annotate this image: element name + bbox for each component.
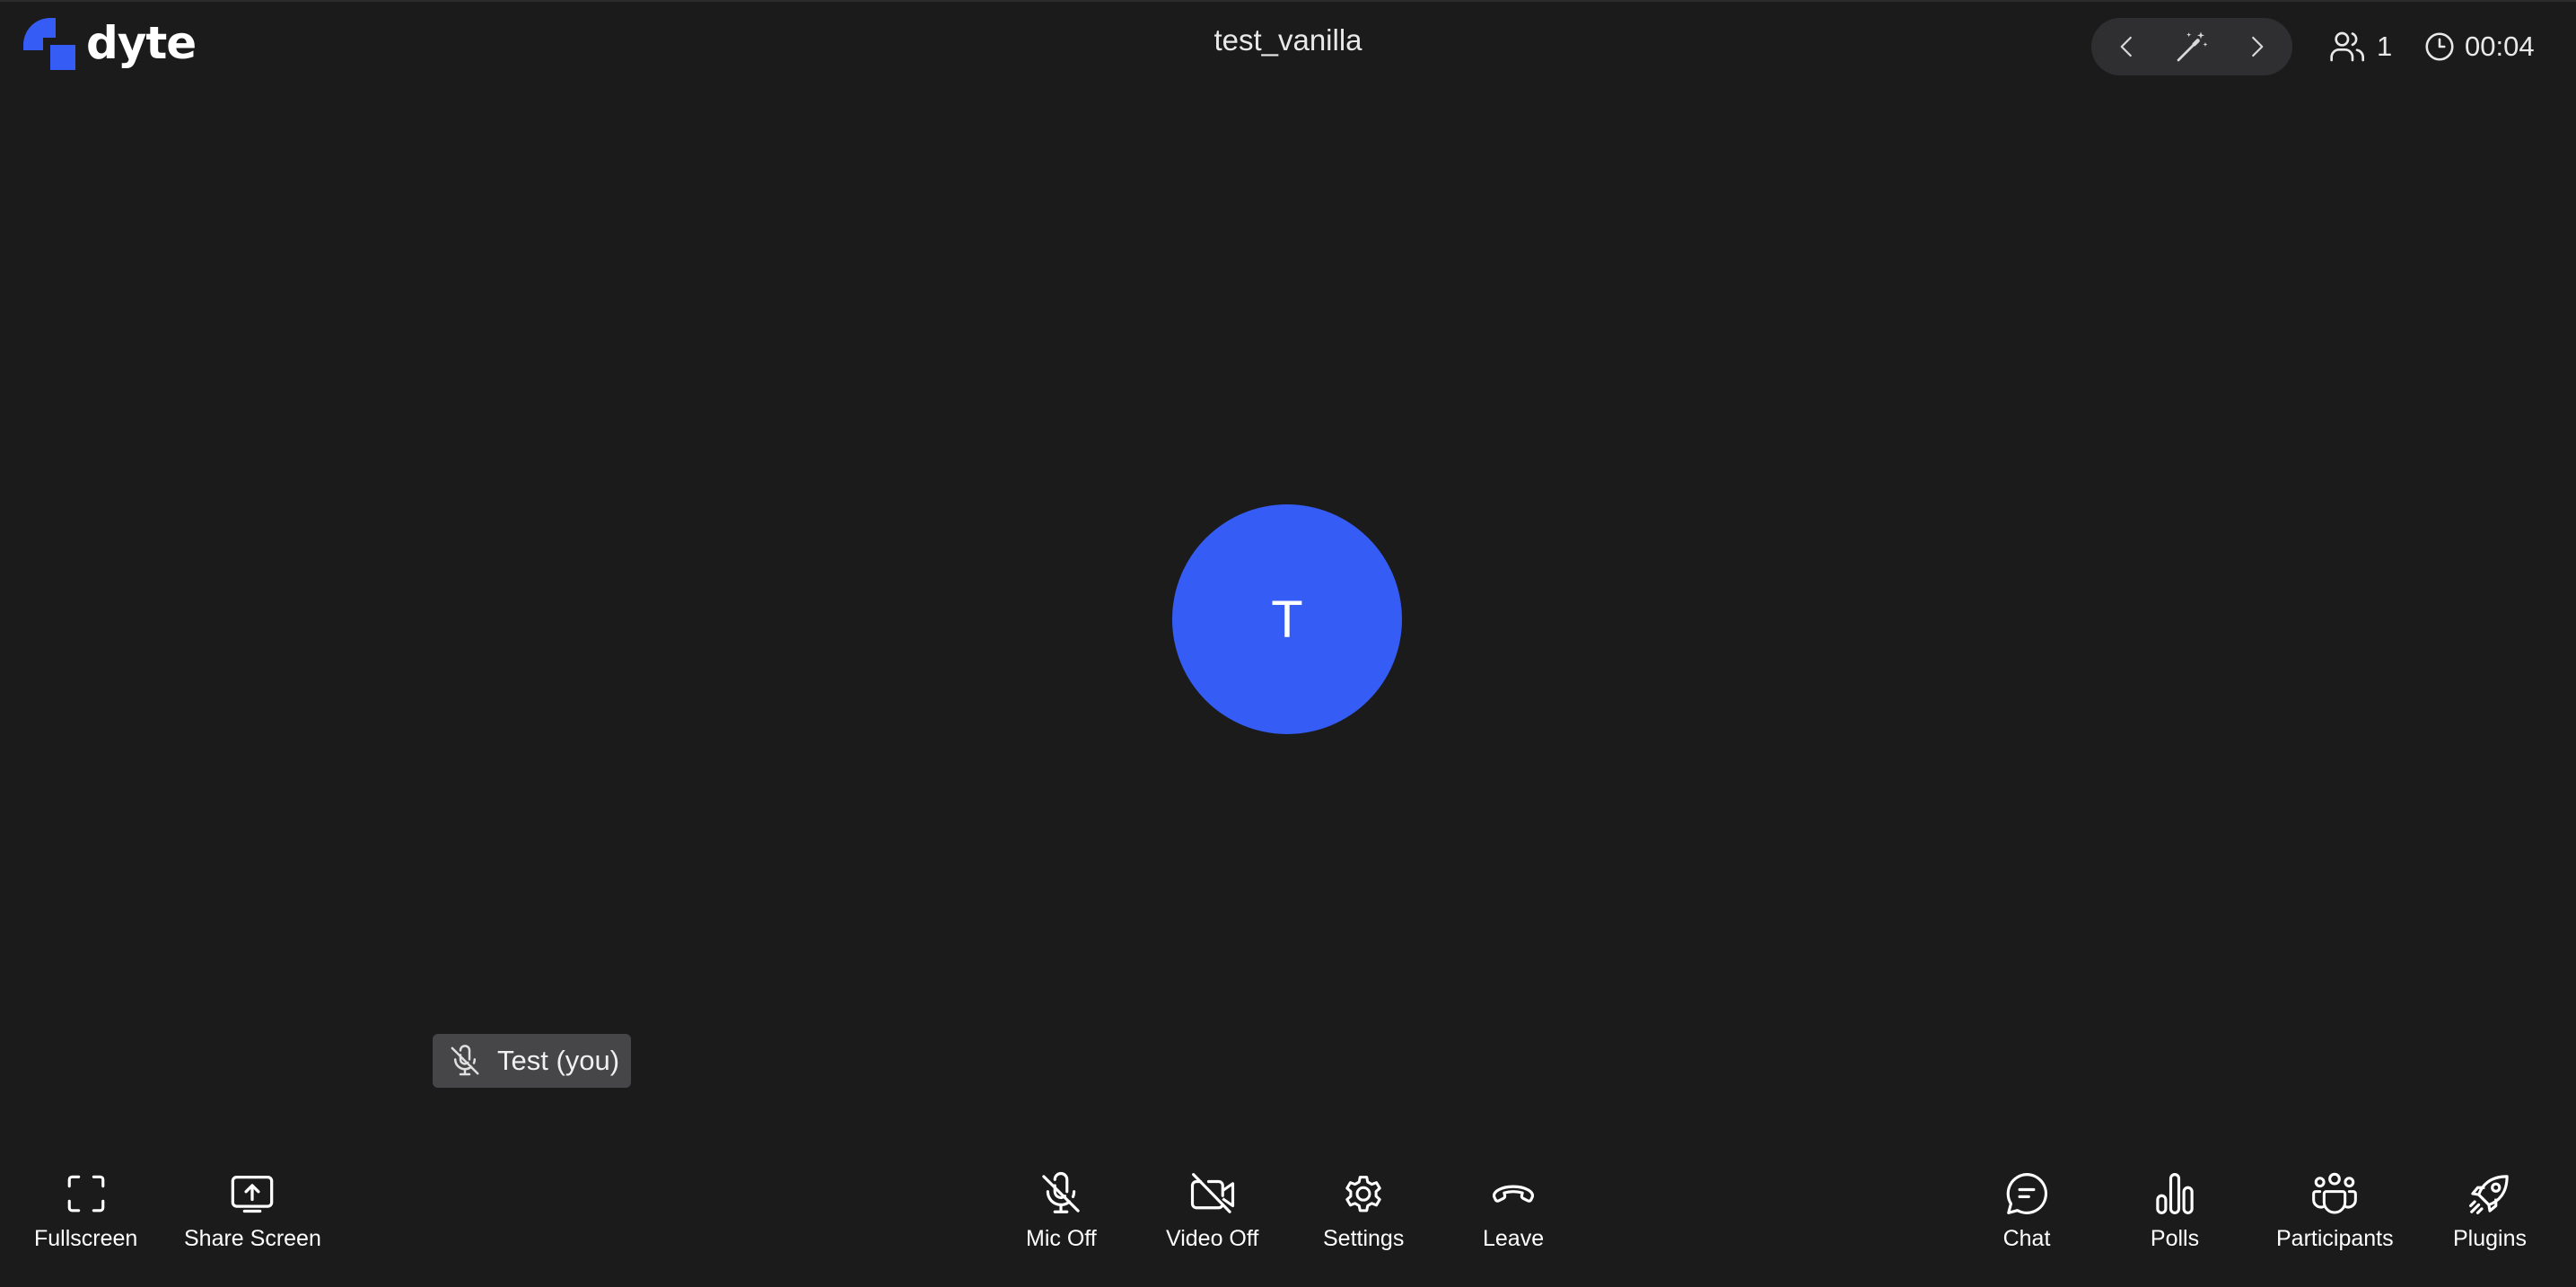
polls-label: Polls: [2150, 1226, 2200, 1251]
leave-button[interactable]: Leave: [1483, 1169, 1544, 1252]
participant-count-value: 1: [2377, 31, 2393, 62]
timer-value: 00:04: [2465, 31, 2535, 62]
share-screen-icon: [232, 1175, 274, 1213]
phone-hangup-icon: [1493, 1185, 1535, 1203]
participants-icon: [2312, 1172, 2358, 1214]
magic-wand-button[interactable]: [2172, 27, 2212, 66]
plugins-label: Plugins: [2453, 1226, 2527, 1251]
participant-name-tag: Test (you): [433, 1034, 632, 1088]
rocket-icon: [2469, 1175, 2509, 1214]
chat-icon: [2006, 1173, 2047, 1214]
effects-pager: [2091, 18, 2292, 75]
chat-button[interactable]: Chat: [2002, 1169, 2052, 1252]
video-toggle-button[interactable]: Video Off: [1166, 1169, 1258, 1252]
share-screen-button[interactable]: Share Screen: [184, 1169, 321, 1252]
chat-label: Chat: [2002, 1226, 2051, 1251]
poll-icon: [2156, 1173, 2194, 1214]
meeting-screen: dyte test_vanilla 1 00:04 T Test (you) F…: [0, 0, 2576, 1287]
share-screen-label: Share Screen: [184, 1226, 321, 1251]
people-icon: [2330, 31, 2365, 62]
leave-label: Leave: [1483, 1226, 1545, 1251]
meeting-timer: 00:04: [2423, 23, 2535, 70]
mic-toggle-button[interactable]: Mic Off: [1026, 1169, 1097, 1252]
chevron-left-icon: [2120, 36, 2132, 57]
participant-name: Test (you): [497, 1045, 620, 1076]
participant-avatar: T: [1172, 504, 1402, 734]
fullscreen-icon: [67, 1175, 104, 1213]
mic-off-icon: [1042, 1171, 1081, 1213]
settings-button[interactable]: Settings: [1323, 1169, 1404, 1252]
settings-label: Settings: [1323, 1226, 1405, 1251]
video-off-icon: [1190, 1173, 1234, 1213]
video-off-label: Video Off: [1166, 1226, 1259, 1251]
polls-button[interactable]: Polls: [2150, 1169, 2200, 1252]
next-button[interactable]: [2237, 27, 2276, 66]
plugins-button[interactable]: Plugins: [2453, 1169, 2527, 1252]
gear-icon: [1345, 1176, 1381, 1213]
participant-count[interactable]: 1: [2328, 23, 2392, 70]
magic-wand-icon: [2177, 31, 2208, 62]
fullscreen-button[interactable]: Fullscreen: [34, 1169, 137, 1252]
participants-button[interactable]: Participants: [2276, 1169, 2394, 1252]
fullscreen-label: Fullscreen: [34, 1226, 138, 1251]
chevron-right-icon: [2252, 36, 2264, 57]
mic-off-label: Mic Off: [1026, 1226, 1097, 1251]
mic-off-icon: [451, 1045, 479, 1076]
participants-label: Participants: [2276, 1226, 2394, 1251]
clock-icon: [2425, 32, 2454, 61]
previous-button[interactable]: [2107, 27, 2147, 66]
